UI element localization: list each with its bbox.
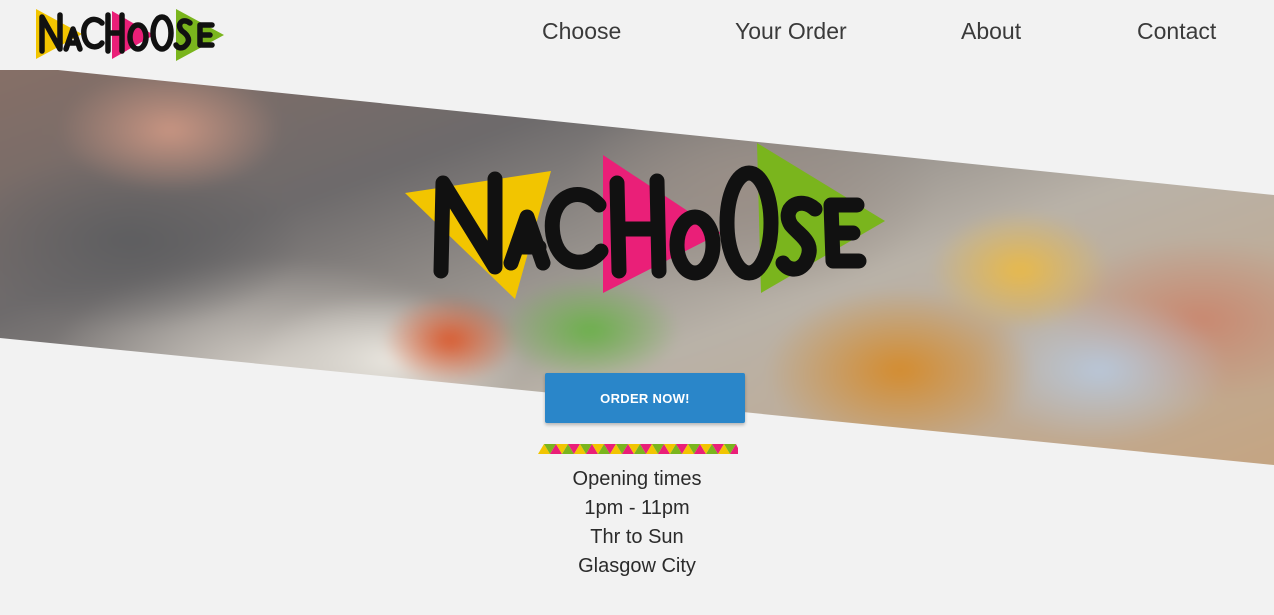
opening-times-heading: Opening times	[572, 468, 702, 490]
nav-your-order[interactable]: Your Order	[735, 18, 847, 45]
nav-choose[interactable]: Choose	[542, 18, 621, 45]
opening-hours: 1pm - 11pm	[584, 497, 690, 519]
page: Choose Your Order About Contact ORDER NO…	[0, 0, 1274, 615]
order-now-button[interactable]: ORDER NOW!	[545, 373, 745, 423]
divider-triangles	[538, 444, 738, 454]
nav-about[interactable]: About	[961, 18, 1021, 45]
nav-contact[interactable]: Contact	[1137, 18, 1216, 45]
location: Glasgow City	[578, 555, 696, 577]
opening-days: Thr to Sun	[590, 526, 684, 548]
nachoose-logo-hero	[405, 143, 885, 299]
nachoose-logo-nav[interactable]	[30, 3, 226, 63]
triangle-divider-icon	[538, 444, 738, 454]
top-nav: Choose Your Order About Contact	[0, 0, 1274, 70]
opening-info: Opening times 1pm - 11pm Thr to Sun Glas…	[437, 465, 837, 581]
